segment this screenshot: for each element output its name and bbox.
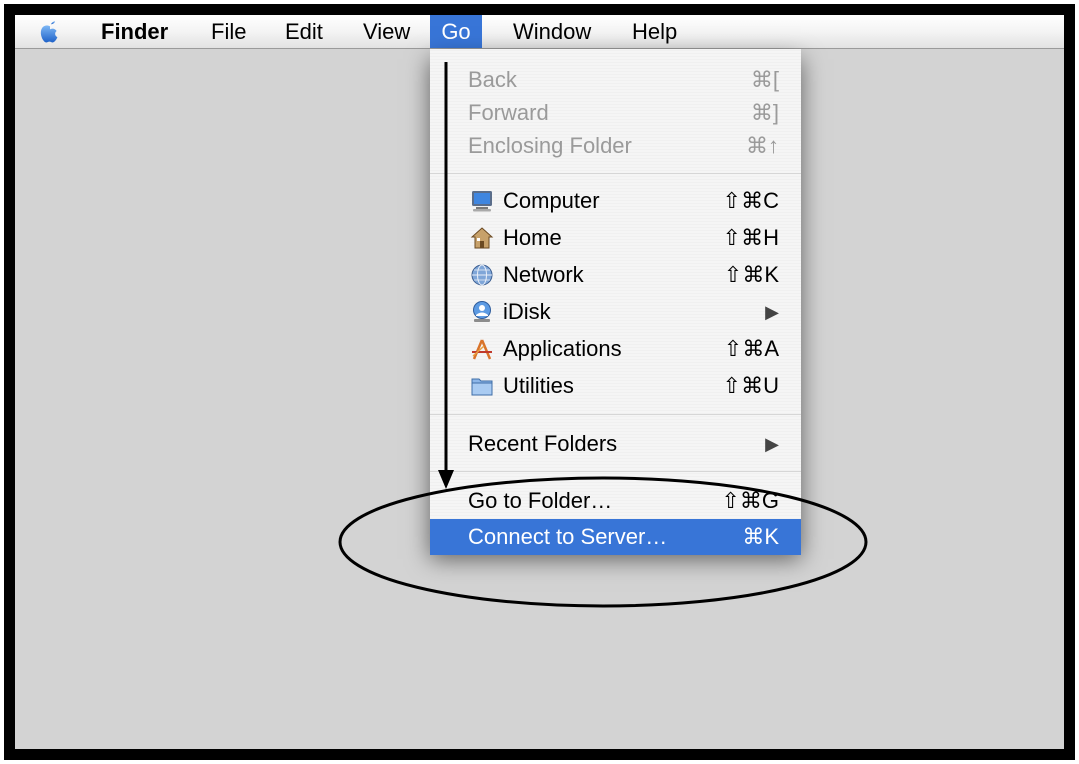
menu-item-idisk[interactable]: iDisk ▶ [430, 294, 801, 330]
menu-edit[interactable]: Edit [275, 15, 333, 48]
home-icon [470, 227, 494, 249]
menu-window[interactable]: Window [503, 15, 601, 48]
submenu-arrow-icon: ▶ [765, 434, 779, 454]
utilities-folder-icon [471, 378, 493, 396]
menu-bar: Finder File Edit View Go Window Help [15, 15, 1064, 49]
menu-separator [430, 173, 801, 174]
menu-separator [430, 414, 801, 415]
screenshot-frame: Finder File Edit View Go Window Help Bac… [4, 4, 1075, 760]
menu-go[interactable]: Go [430, 15, 482, 48]
menu-item-back[interactable]: Back ⌘[ [430, 62, 801, 98]
computer-icon [472, 191, 492, 212]
menu-item-enclosing-folder[interactable]: Enclosing Folder ⌘↑ [430, 128, 801, 164]
menu-item-connect-to-server[interactable]: Connect to Server… ⌘K [430, 519, 801, 555]
menu-item-forward[interactable]: Forward ⌘] [430, 95, 801, 131]
menu-item-applications[interactable]: Applications ⇧⌘A [430, 331, 801, 367]
menu-item-home[interactable]: Home ⇧⌘H [430, 220, 801, 256]
menu-item-recent-folders[interactable]: Recent Folders ▶ [430, 426, 801, 462]
menu-item-network[interactable]: Network ⇧⌘K [430, 257, 801, 293]
menu-finder[interactable]: Finder [91, 15, 178, 48]
menu-item-go-to-folder[interactable]: Go to Folder… ⇧⌘G [430, 483, 801, 519]
menu-help[interactable]: Help [622, 15, 687, 48]
apple-icon[interactable] [35, 18, 65, 46]
menu-view[interactable]: View [353, 15, 420, 48]
submenu-arrow-icon: ▶ [765, 302, 779, 322]
menu-item-utilities[interactable]: Utilities ⇧⌘U [430, 368, 801, 404]
go-menu-dropdown: Back ⌘[ Forward ⌘] Enclosing Folder ⌘↑ C… [430, 49, 801, 555]
idisk-icon [473, 301, 491, 322]
menu-separator [430, 471, 801, 472]
network-icon [471, 264, 493, 286]
applications-icon [472, 339, 492, 360]
menu-file[interactable]: File [201, 15, 256, 48]
menu-item-computer[interactable]: Computer ⇧⌘C [430, 183, 801, 219]
